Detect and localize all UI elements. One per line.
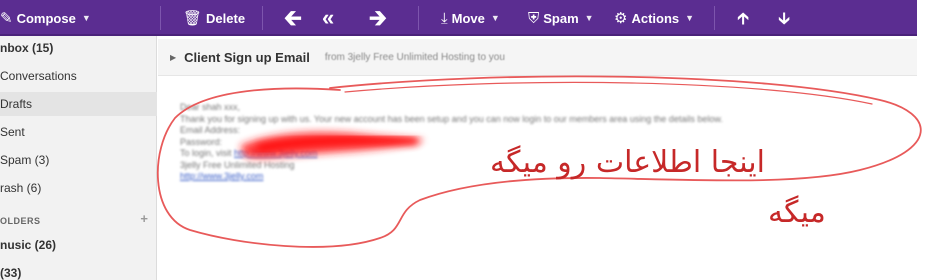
reply-button[interactable]: 🡰: [284, 0, 302, 36]
reply-all-icon: «: [322, 5, 335, 30]
expand-icon[interactable]: ▶: [170, 53, 176, 62]
sidebar-item-folder-music[interactable]: nusic (26): [0, 233, 157, 257]
sidebar-item-conversations[interactable]: Conversations: [0, 64, 157, 88]
chevron-down-icon: ▼: [490, 13, 500, 23]
sidebar-item-trash[interactable]: rash (6): [0, 176, 157, 200]
body-line: Dear shah xxx,: [180, 102, 241, 112]
sidebar: nbox (15) Conversations Drafts Sent Spam…: [0, 36, 157, 280]
sidebar-item-spam[interactable]: Spam (3): [0, 148, 157, 172]
message-header: ▶ Client Sign up Email from 3jelly Free …: [158, 39, 917, 76]
gear-icon: ⚙: [614, 9, 628, 27]
annotation-text: اینجا اطلاعات رو میگه: [490, 145, 765, 180]
delete-button[interactable]: 🗑︎ Delete: [183, 0, 245, 36]
spam-button[interactable]: ⛨ Spam ▼: [528, 0, 594, 36]
compose-icon: ✎: [0, 9, 13, 27]
sidebar-item-drafts[interactable]: Drafts: [0, 92, 157, 116]
add-folder-icon[interactable]: +: [140, 211, 148, 226]
body-line: Thank you for signing up with us. Your n…: [180, 113, 723, 124]
arrow-down-icon: 🡳: [778, 8, 791, 28]
sidebar-item-inbox[interactable]: nbox (15): [0, 36, 157, 60]
compose-button[interactable]: ✎ Compose ▼: [0, 0, 91, 36]
toolbar: ✎ Compose ▼ 🗑︎ Delete 🡰 « 🡲 ⤓ Move ▼ ⛨ S…: [0, 0, 917, 36]
shield-icon: ⛨: [528, 9, 540, 27]
move-icon: ⤓: [441, 9, 448, 27]
chevron-down-icon: ▼: [81, 13, 91, 23]
move-button[interactable]: ⤓ Move ▼: [441, 0, 500, 36]
next-message-button[interactable]: 🡳: [778, 0, 790, 36]
actions-button[interactable]: ⚙ Actions ▼: [614, 0, 694, 36]
chevron-down-icon: ▼: [685, 13, 695, 23]
chevron-down-icon: ▼: [584, 13, 594, 23]
message-from: from 3jelly Free Unlimited Hosting to yo…: [324, 51, 505, 63]
message-subject: Client Sign up Email: [184, 49, 310, 65]
toolbar-divider: [160, 6, 161, 30]
login-link[interactable]: http://www.3jelly.com: [234, 148, 317, 158]
reply-icon: 🡰: [284, 5, 302, 30]
toolbar-divider: [418, 6, 419, 30]
actions-label: Actions: [631, 10, 680, 26]
toolbar-divider: [714, 6, 715, 30]
trash-icon: 🗑︎: [183, 9, 203, 27]
sidebar-item-folder[interactable]: (33): [0, 261, 157, 280]
previous-message-button[interactable]: 🡱: [737, 0, 749, 36]
toolbar-divider: [262, 6, 263, 30]
annotation-text: میگه: [768, 195, 826, 230]
body-line: Email Address:: [180, 125, 241, 135]
move-label: Move: [451, 10, 485, 26]
forward-icon: 🡲: [369, 5, 387, 30]
folders-header: OLDERS: [0, 216, 157, 226]
reply-all-button[interactable]: «: [322, 0, 334, 36]
arrow-up-icon: 🡱: [737, 8, 750, 28]
folders-header-label: OLDERS: [0, 216, 41, 226]
annotation-ellipse-stroke: [344, 81, 873, 105]
delete-label: Delete: [206, 10, 246, 26]
compose-label: Compose: [16, 10, 76, 26]
body-line-text: To login, visit: [180, 148, 232, 158]
spam-label: Spam: [543, 10, 579, 26]
sidebar-item-sent[interactable]: Sent: [0, 120, 157, 144]
forward-button[interactable]: 🡲: [369, 0, 387, 36]
